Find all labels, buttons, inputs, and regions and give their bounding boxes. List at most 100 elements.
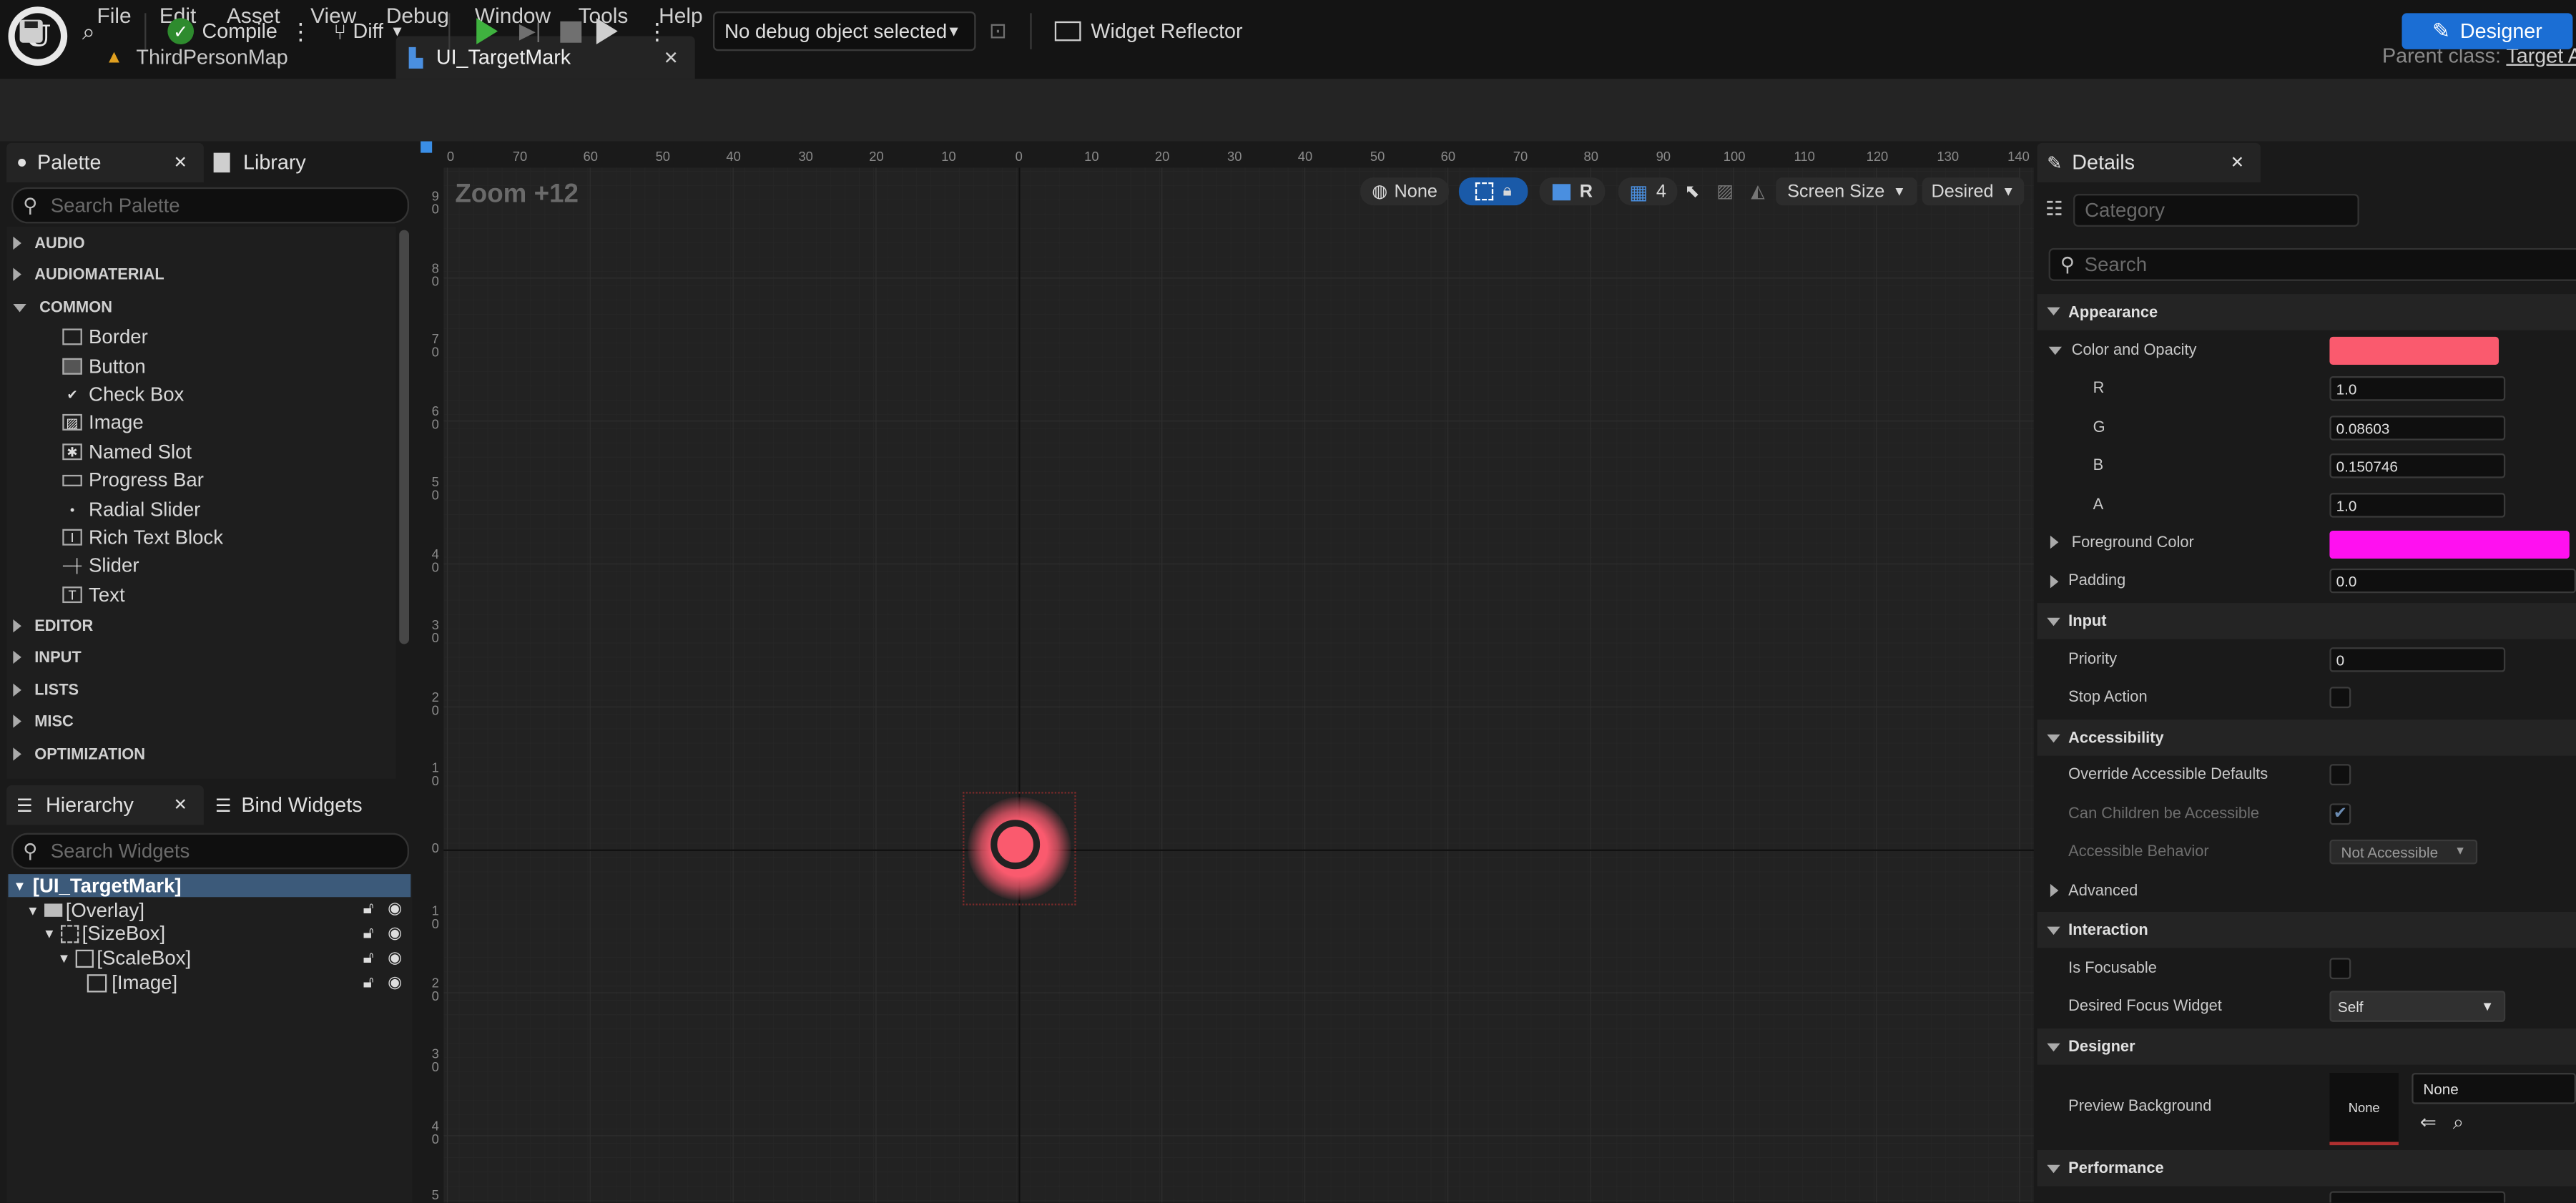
tab-hierarchy[interactable]: ☰ Hierarchy ✕	[6, 785, 204, 825]
lock-icon[interactable]: 🔓︎	[363, 900, 374, 918]
tree-item-scalebox[interactable]: ▼ [ScaleBox]	[57, 946, 191, 969]
tab-bind-widgets[interactable]: ☰ Bind Widgets	[215, 785, 413, 825]
preview-background-toggle[interactable]: ◍ None	[1360, 177, 1450, 206]
category-optimization[interactable]: OPTIMIZATION	[13, 742, 145, 765]
tree-item-ui-targetmark[interactable]: ▼ [UI_TargetMark]	[13, 874, 181, 897]
tab-library[interactable]: Library	[213, 143, 395, 182]
tab-palette[interactable]: ● Palette ✕	[6, 142, 204, 182]
section-performance[interactable]: Performance	[2037, 1150, 2576, 1187]
designer-button[interactable]: ✎ Designer	[2402, 13, 2573, 49]
stop-button[interactable]	[560, 11, 582, 51]
diff-button[interactable]: ⑂ Diff ▼	[333, 11, 404, 51]
play-button[interactable]	[476, 11, 498, 51]
palette-item-named-slot[interactable]: ✱ Named Slot	[62, 438, 192, 465]
collapse-arrow-icon[interactable]	[2048, 346, 2062, 355]
simulate-button[interactable]	[596, 11, 618, 51]
category-lists[interactable]: LISTS	[13, 679, 79, 702]
respect-locks-toggle[interactable]: R	[1539, 177, 1606, 206]
expand-arrow-icon[interactable]	[2050, 575, 2059, 589]
compile-options-icon[interactable]: ⋮	[289, 11, 312, 51]
foreground-color-swatch[interactable]	[2329, 530, 2570, 559]
palette-item-image[interactable]: ▨ Image	[62, 409, 144, 436]
save-button[interactable]	[19, 11, 43, 51]
eye-icon[interactable]: ◉	[388, 950, 402, 968]
children-accessible-checkbox[interactable]: ✔	[2329, 803, 2351, 825]
section-interaction[interactable]: Interaction	[2037, 911, 2576, 948]
play-options-icon[interactable]: ⋮	[646, 11, 669, 51]
lock-icon[interactable]: 🔓︎	[363, 925, 374, 943]
close-icon[interactable]: ✕	[2231, 154, 2244, 172]
tree-item-overlay[interactable]: ▼ [Overlay]	[26, 899, 144, 922]
section-input[interactable]: Input	[2037, 603, 2576, 639]
desired-focus-dropdown[interactable]: Self ▼	[2329, 991, 2506, 1022]
category-input[interactable]: Category	[2073, 194, 2359, 227]
override-accessible-checkbox[interactable]	[2329, 764, 2351, 786]
debug-object-dropdown[interactable]: No debug object selected ▼	[712, 11, 976, 51]
palette-scrollbar[interactable]	[399, 230, 410, 644]
collapse-arrow-icon	[2047, 734, 2060, 743]
palette-item-slider[interactable]: ─┼ Slider	[62, 552, 139, 579]
is-focusable-checkbox[interactable]	[2329, 958, 2351, 980]
palette-search-input[interactable]: ⚲ Search Palette	[11, 187, 410, 224]
palette-item-border[interactable]: Border	[62, 324, 148, 350]
preview-background-field[interactable]: None	[2412, 1073, 2576, 1104]
category-input[interactable]: INPUT	[13, 646, 82, 669]
category-common[interactable]: COMMON	[13, 295, 112, 318]
compile-button[interactable]: ✓ Compile	[167, 11, 277, 51]
category-list-icon[interactable]: ☷	[2045, 197, 2063, 220]
lock-icon[interactable]: 🔓︎	[363, 950, 374, 968]
browse-asset-button[interactable]: ⌕	[82, 11, 95, 51]
performance-field[interactable]	[2329, 1191, 2506, 1203]
priority-field[interactable]: 0	[2329, 647, 2506, 672]
preview-background-thumbnail[interactable]: None	[2329, 1073, 2399, 1146]
padding-field[interactable]: 0.0	[2329, 568, 2576, 594]
debug-filter-button[interactable]: ⊡	[989, 11, 1007, 51]
fill-screen-dropdown[interactable]: Desired ▼	[1922, 177, 2025, 206]
lock-icon[interactable]: 🔓︎	[363, 974, 374, 992]
step-button[interactable]: ▶|	[519, 11, 541, 51]
tab-details[interactable]: ✎ Details ✕	[2037, 142, 2261, 182]
color-r-field[interactable]: 1.0	[2329, 376, 2506, 401]
screen-size-dropdown[interactable]: Screen Size ▼	[1776, 177, 1917, 206]
tree-item-sizebox[interactable]: ▼ [SizeBox]	[43, 922, 165, 945]
use-selected-asset-icon[interactable]: ⇐	[2420, 1111, 2437, 1134]
palette-item-progress-bar[interactable]: Progress Bar	[62, 466, 204, 493]
palette-item-rich-text-block[interactable]: I Rich Text Block	[62, 524, 223, 551]
flip-icon[interactable]: ◭	[1745, 177, 1771, 205]
color-g-field[interactable]: 0.08603	[2329, 416, 2506, 441]
palette-item-check-box[interactable]: ✔ Check Box	[62, 381, 184, 408]
expand-arrow-icon[interactable]	[2050, 535, 2059, 549]
category-audio[interactable]: AUDIO	[13, 232, 85, 255]
eye-icon[interactable]: ◉	[388, 974, 402, 992]
category-editor[interactable]: EDITOR	[13, 614, 93, 637]
palette-item-button[interactable]: Button	[62, 353, 146, 380]
section-designer[interactable]: Designer	[2037, 1028, 2576, 1065]
menu-file[interactable]: File	[97, 4, 132, 28]
category-misc[interactable]: MISC	[13, 709, 74, 732]
image-preview-icon[interactable]: ▨	[1712, 177, 1739, 205]
toolbar	[0, 79, 2576, 143]
browse-asset-icon[interactable]: ⌕	[2453, 1111, 2464, 1135]
stop-action-checkbox[interactable]	[2329, 687, 2351, 709]
lock-toggle[interactable]: 🔒︎	[1458, 177, 1528, 206]
color-opacity-swatch[interactable]	[2329, 336, 2499, 365]
hierarchy-search-input[interactable]: ⚲ Search Widgets	[11, 833, 410, 870]
grid-snap-toggle[interactable]: ▦ 4	[1618, 177, 1678, 206]
eye-icon[interactable]: ◉	[388, 900, 402, 918]
category-audiomaterial[interactable]: AUDIOMATERIAL	[13, 263, 164, 286]
eye-icon[interactable]: ◉	[388, 925, 402, 943]
expand-arrow-icon[interactable]	[2050, 883, 2059, 898]
color-a-field[interactable]: 1.0	[2329, 493, 2506, 518]
close-icon[interactable]: ✕	[174, 796, 187, 814]
tree-item-image[interactable]: [Image]	[87, 971, 177, 994]
palette-item-text[interactable]: T Text	[62, 581, 125, 608]
section-appearance[interactable]: Appearance	[2037, 294, 2576, 330]
close-icon[interactable]: ✕	[174, 154, 187, 172]
details-search-input[interactable]: ⚲ Search	[2048, 247, 2576, 281]
accessible-behavior-dropdown[interactable]: Not Accessible ▼	[2329, 839, 2478, 865]
cursor-icon[interactable]: ⬉	[1681, 177, 1704, 205]
section-accessibility[interactable]: Accessibility	[2037, 720, 2576, 756]
palette-item-radial-slider[interactable]: • Radial Slider	[62, 496, 201, 523]
widget-reflector-button[interactable]: Widget Reflector	[1054, 11, 1243, 51]
color-b-field[interactable]: 0.150746	[2329, 453, 2506, 478]
